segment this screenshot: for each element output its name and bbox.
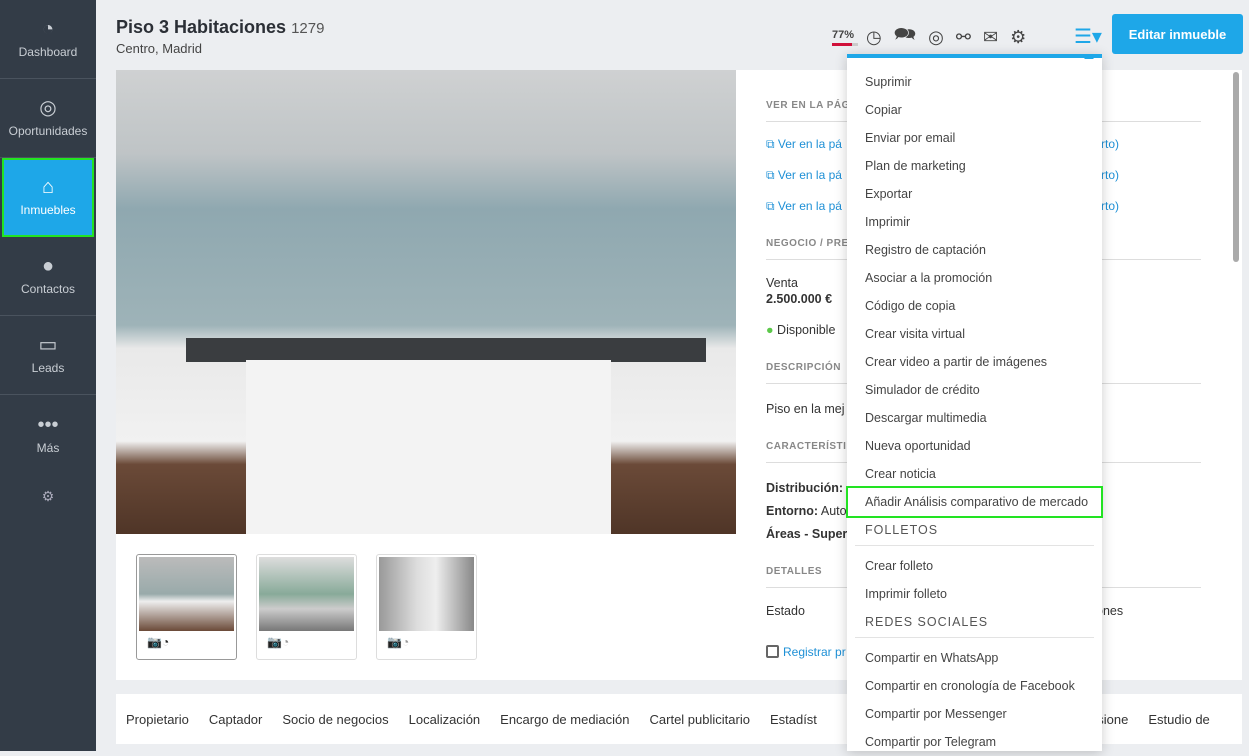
menu-item[interactable]: Crear video a partir de imágenes <box>847 348 1102 376</box>
person-icon: ● <box>41 255 55 277</box>
registrar-checkbox[interactable]: Registrar pr <box>766 645 846 659</box>
estado-label: Estado <box>766 604 805 618</box>
menu-item-crear-folleto[interactable]: Crear folleto <box>847 552 1102 580</box>
menu-item[interactable]: Nueva oportunidad <box>847 432 1102 460</box>
menu-item[interactable]: Descargar multimedia <box>847 404 1102 432</box>
dots-icon: ••• <box>37 413 59 436</box>
toolbar: 77% ◷ 🗪 ◎ ⚯ ✉ ⚙ <box>832 22 1026 52</box>
actions-dropdown-menu: Suprimir Copiar Enviar por email Plan de ma… <box>846 54 1103 751</box>
property-location: Centro, Madrid <box>116 41 202 56</box>
kitchen-island <box>246 360 611 534</box>
thumbnail[interactable]: 📷◔ <box>256 554 357 660</box>
sidebar-item-contactos[interactable]: ● Contactos <box>0 237 96 316</box>
link-tail[interactable]: rto) <box>1101 168 1119 182</box>
tab-estadisticas[interactable]: Estadíst <box>770 712 817 727</box>
gauge-icon: ◔ <box>41 18 55 40</box>
menu-item[interactable]: Plan de marketing <box>847 152 1102 180</box>
menu-item[interactable]: Crear visita virtual <box>847 320 1102 348</box>
menu-item[interactable]: Crear noticia <box>847 460 1102 488</box>
inbox-icon: ▭ <box>38 334 58 356</box>
tab-estudio[interactable]: Estudio de <box>1148 712 1209 727</box>
menu-item[interactable]: Registro de captación <box>847 236 1102 264</box>
mail-icon[interactable]: ✉ <box>983 27 998 48</box>
sidebar-item-leads[interactable]: ▭ Leads <box>0 316 96 395</box>
chat-icon[interactable]: 🗪 <box>894 22 916 52</box>
menu-item-whatsapp[interactable]: Compartir en WhatsApp <box>847 644 1102 672</box>
menu-item[interactable]: Imprimir <box>847 208 1102 236</box>
menu-item-messenger[interactable]: Compartir por Messenger <box>847 700 1102 728</box>
menu-item-facebook[interactable]: Compartir en cronología de Facebook <box>847 672 1102 700</box>
price: 2.500.000 € <box>766 292 833 306</box>
target-icon[interactable]: ◎ <box>928 27 944 48</box>
menu-item[interactable]: Exportar <box>847 180 1102 208</box>
operation-type: Venta <box>766 276 798 290</box>
settings-gear-icon[interactable]: ⚙ <box>0 488 96 505</box>
edit-property-button[interactable]: Editar inmueble <box>1112 14 1243 54</box>
portal-link[interactable]: ⧉ Ver en la pá <box>766 137 842 152</box>
tab-encargo[interactable]: Encargo de mediación <box>500 712 629 727</box>
scrollbar[interactable] <box>1233 72 1239 262</box>
home-icon: ⌂ <box>41 176 55 198</box>
menu-item-telegram[interactable]: Compartir por Telegram <box>847 728 1102 756</box>
menu-header-folletos: FOLLETOS <box>855 516 1094 546</box>
menu-item[interactable]: Añadir Análisis comparativo de mercado <box>846 486 1103 518</box>
menu-header-redes: REDES SOCIALES <box>855 608 1094 638</box>
camera-icon: 📷◔ <box>267 635 290 649</box>
sidebar-item-dashboard[interactable]: ◔ Dashboard <box>0 0 96 79</box>
menu-item[interactable]: Asociar a la promoción <box>847 264 1102 292</box>
property-ref: 1279 <box>291 20 325 37</box>
thumbnail[interactable]: 📷◔ <box>376 554 477 660</box>
portal-link[interactable]: ⧉ Ver en la pá <box>766 199 842 214</box>
sidebar-item-oportunidades[interactable]: ◎ Oportunidades <box>0 79 96 158</box>
camera-icon: 📷◔ <box>147 635 170 649</box>
countertop <box>186 338 706 362</box>
thumbnail-strip: 📷◔ 📷◔ 📷◔ <box>136 554 477 660</box>
menu-item[interactable]: Copiar <box>847 96 1102 124</box>
sidebar: ◔ Dashboard ◎ Oportunidades ⌂ Inmuebles ● Co… <box>0 0 96 751</box>
areas: Áreas - Super <box>766 527 848 541</box>
menu-item[interactable]: Suprimir <box>847 68 1102 96</box>
description: Piso en la mej <box>766 402 845 416</box>
menu-item[interactable]: Simulador de crédito <box>847 376 1102 404</box>
menu-item[interactable]: Código de copia <box>847 292 1102 320</box>
sidebar-item-mas[interactable]: ••• Más <box>0 395 96 474</box>
share-icon[interactable]: ⚯ <box>956 27 971 48</box>
tab-captador[interactable]: Captador <box>209 712 262 727</box>
tab-cartel[interactable]: Cartel publicitario <box>650 712 750 727</box>
gear-icon[interactable]: ⚙ <box>1010 27 1026 48</box>
link-tail[interactable]: rto) <box>1101 199 1119 213</box>
thumbnail[interactable]: 📷◔ <box>136 554 237 660</box>
completion-indicator[interactable]: 77% <box>832 29 859 46</box>
tab-propietario[interactable]: Propietario <box>126 712 189 727</box>
camera-icon: 📷◔ <box>387 635 410 649</box>
menu-hamburger-icon[interactable]: ☰▾ <box>1074 24 1102 49</box>
menu-item-imprimir-folleto[interactable]: Imprimir folleto <box>847 580 1102 608</box>
distribucion: Distribución: S <box>766 481 855 495</box>
property-photo[interactable] <box>116 70 736 534</box>
sidebar-item-inmuebles[interactable]: ⌂ Inmuebles <box>2 158 94 237</box>
link-tail[interactable]: rto) <box>1101 137 1119 151</box>
menu-item[interactable]: Enviar por email <box>847 124 1102 152</box>
status: ● Disponible <box>766 323 836 337</box>
entorno: Entorno: Auto <box>766 504 847 518</box>
clock-icon[interactable]: ◷ <box>866 27 882 48</box>
portal-link[interactable]: ⧉ Ver en la pá <box>766 168 842 183</box>
tab-localizacion[interactable]: Localización <box>409 712 481 727</box>
target-icon: ◎ <box>39 97 57 119</box>
tab-socio[interactable]: Socio de negocios <box>282 712 388 727</box>
page-title: Piso 3 Habitaciones 1279 <box>116 17 325 37</box>
